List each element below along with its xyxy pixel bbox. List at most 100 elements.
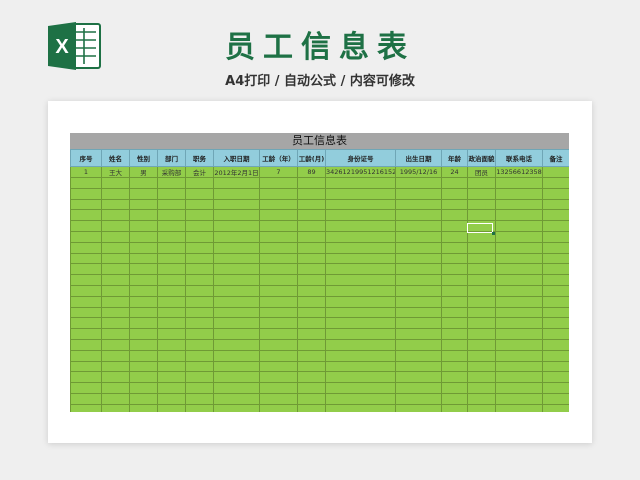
column-header[interactable]: 序号 [70,149,102,167]
table-cell[interactable] [259,209,298,222]
table-cell[interactable] [395,198,442,211]
table-cell[interactable] [259,403,298,412]
table-cell[interactable] [542,230,569,243]
table-cell[interactable] [495,198,543,211]
table-cell[interactable] [157,360,186,373]
table-cell[interactable] [542,284,569,297]
table-cell[interactable] [467,241,496,254]
table-cell[interactable] [129,220,158,232]
table-cell[interactable] [101,360,130,373]
table-cell[interactable] [185,306,214,319]
table-cell[interactable] [259,274,298,286]
table-cell[interactable] [70,371,102,384]
table-cell[interactable] [259,177,298,189]
table-cell[interactable] [101,209,130,222]
table-cell[interactable] [185,403,214,412]
table-cell[interactable] [213,371,260,384]
table-cell[interactable] [157,220,186,232]
table-cell[interactable] [101,295,130,308]
table-cell[interactable] [185,360,214,373]
table-cell[interactable] [101,274,130,286]
table-cell[interactable] [325,177,396,189]
table-cell[interactable] [129,284,158,297]
column-header[interactable]: 职务 [185,149,214,167]
table-cell[interactable] [70,338,102,351]
table-cell[interactable] [213,241,260,254]
table-cell[interactable] [259,198,298,211]
table-cell[interactable] [297,274,326,286]
table-cell[interactable] [495,295,543,308]
table-cell[interactable] [129,382,158,394]
table-cell[interactable] [297,187,326,200]
table-cell[interactable] [395,403,442,412]
table-cell[interactable] [495,177,543,189]
table-cell[interactable]: 1 [70,166,102,178]
table-cell[interactable] [297,371,326,384]
table-cell[interactable]: 1995/12/16 [395,166,442,178]
table-cell[interactable]: 2012年2月1日 [213,166,260,178]
table-cell[interactable] [297,338,326,351]
table-cell[interactable] [129,252,158,265]
table-cell[interactable] [213,284,260,297]
table-cell[interactable] [441,198,468,211]
table-cell[interactable] [213,403,260,412]
table-cell[interactable] [395,177,442,189]
table-cell[interactable] [213,349,260,362]
table-cell[interactable] [70,220,102,232]
table-cell[interactable] [129,338,158,351]
table-cell[interactable] [297,349,326,362]
table-cell[interactable] [213,209,260,222]
table-cell[interactable] [542,177,569,189]
table-cell[interactable] [157,263,186,276]
table-cell[interactable] [259,284,298,297]
table-cell[interactable] [542,349,569,362]
table-cell[interactable] [129,349,158,362]
table-cell[interactable] [495,392,543,405]
table-cell[interactable] [495,360,543,373]
table-cell[interactable] [70,252,102,265]
table-cell[interactable] [325,360,396,373]
table-cell[interactable] [325,328,396,340]
table-cell[interactable] [325,317,396,330]
table-cell[interactable] [542,241,569,254]
table-cell[interactable] [129,392,158,405]
table-cell[interactable] [325,371,396,384]
table-cell[interactable] [325,187,396,200]
table-cell[interactable] [495,403,543,412]
table-cell[interactable] [185,198,214,211]
table-cell[interactable] [542,220,569,232]
table-cell[interactable] [70,241,102,254]
table-cell[interactable] [101,263,130,276]
column-header[interactable]: 年龄 [441,149,468,167]
table-cell[interactable] [542,328,569,340]
table-cell[interactable] [325,382,396,394]
table-cell[interactable]: 342612199512161526 [325,166,396,178]
table-cell[interactable] [297,241,326,254]
table-cell[interactable] [441,392,468,405]
table-cell[interactable] [259,220,298,232]
table-cell[interactable] [542,392,569,405]
table-cell[interactable] [325,263,396,276]
table-cell[interactable] [395,317,442,330]
table-cell[interactable] [325,284,396,297]
table-cell[interactable] [467,295,496,308]
table-cell[interactable] [297,177,326,189]
table-cell[interactable] [325,306,396,319]
table-cell[interactable] [101,403,130,412]
table-cell[interactable] [495,274,543,286]
table-cell[interactable] [70,295,102,308]
table-cell[interactable] [441,382,468,394]
table-cell[interactable] [441,403,468,412]
table-cell[interactable] [297,198,326,211]
table-cell[interactable] [467,328,496,340]
table-cell[interactable] [297,403,326,412]
column-header[interactable]: 性别 [129,149,158,167]
table-cell[interactable] [542,209,569,222]
table-cell[interactable] [157,371,186,384]
table-cell[interactable] [325,230,396,243]
table-cell[interactable] [467,284,496,297]
table-cell[interactable] [185,328,214,340]
column-header[interactable]: 姓名 [101,149,130,167]
table-cell[interactable] [259,349,298,362]
table-cell[interactable] [101,349,130,362]
